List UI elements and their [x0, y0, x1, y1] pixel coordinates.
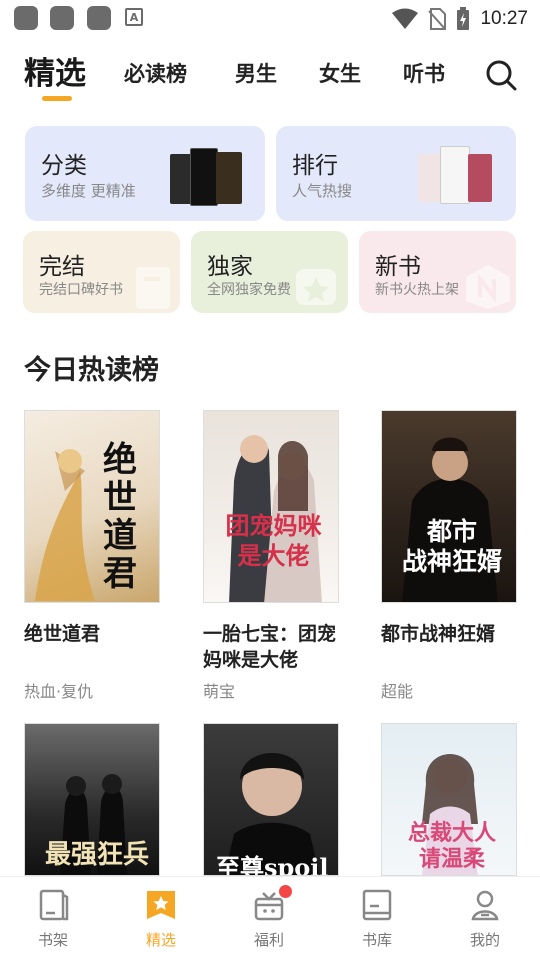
category-tile-ranking[interactable]: 排行 人气热搜: [276, 126, 516, 221]
book-cover: 总裁大人 请温柔: [381, 723, 517, 876]
status-time: 10:27: [480, 8, 528, 29]
library-icon: [362, 889, 392, 921]
tile-title: 分类: [41, 153, 87, 179]
app-icon: [87, 6, 111, 30]
tile-subtitle: 多维度 更精准: [41, 182, 136, 200]
tile-subtitle: 人气热搜: [292, 182, 353, 200]
book-tag: 萌宝: [203, 682, 236, 701]
book-title: 绝世道君: [24, 623, 101, 645]
book-card[interactable]: 最强狂兵: [24, 723, 160, 876]
tile-subtitle: 新书火热上架: [375, 282, 459, 298]
status-bar: A 10:27: [0, 0, 540, 38]
notification-badge: [279, 885, 292, 898]
book-cover: 团宠妈咪 是大佬: [203, 410, 339, 603]
new-badge-icon: [466, 265, 510, 309]
book-card[interactable]: 至尊spoil: [203, 723, 339, 876]
app-icon: [14, 6, 38, 30]
top-tab-bar: 精选 必读榜 男生 女生 听书: [0, 44, 540, 108]
book-stack-image: [170, 148, 260, 208]
nav-label: 精选: [145, 931, 176, 949]
app-icon: [50, 6, 74, 30]
tab-must-read[interactable]: 必读榜: [124, 58, 187, 88]
a-notification-icon: A: [125, 8, 143, 26]
tile-title: 排行: [292, 153, 338, 179]
nav-label: 书架: [37, 931, 68, 949]
tile-title: 新书: [375, 254, 421, 280]
nav-label: 福利: [253, 931, 284, 949]
book-title: 一胎七宝：团宠妈咪是大佬: [203, 623, 337, 671]
exclusive-star-icon: [296, 269, 336, 305]
tile-title: 独家: [207, 254, 253, 280]
book-cover: 最强狂兵: [24, 723, 160, 876]
no-sim-icon: [428, 8, 447, 30]
bottom-navigation: 书架 精选 福利 书库 我的: [0, 876, 540, 960]
nav-bookshelf[interactable]: 书架: [23, 887, 83, 950]
featured-star-icon: [147, 891, 175, 919]
search-icon[interactable]: [484, 58, 518, 92]
book-tag: 热血·复仇: [24, 682, 94, 701]
nav-welfare[interactable]: 福利: [239, 885, 299, 950]
nav-label: 我的: [469, 931, 500, 949]
book-stack-image: [418, 146, 508, 208]
tab-female[interactable]: 女生: [319, 58, 361, 88]
category-tile-completed[interactable]: 完结 完结口碑好书: [23, 231, 180, 313]
book-card[interactable]: 总裁大人 请温柔: [381, 723, 517, 876]
category-tile-exclusive[interactable]: 独家 全网独家免费: [191, 231, 348, 313]
book-cover: 绝世道君: [24, 410, 160, 603]
tab-featured[interactable]: 精选: [24, 48, 86, 93]
book-cover: 都市 战神狂婿: [381, 410, 517, 603]
nav-profile[interactable]: 我的: [455, 887, 515, 950]
category-tile-classify[interactable]: 分类 多维度 更精准: [25, 126, 265, 221]
profile-icon: [471, 890, 499, 921]
tile-title: 完结: [39, 254, 85, 280]
book-card[interactable]: 都市 战神狂婿 都市战神狂婿 超能: [381, 410, 517, 701]
battery-charging-icon: [457, 7, 470, 30]
tab-male[interactable]: 男生: [235, 58, 277, 88]
category-tile-new-books[interactable]: 新书 新书火热上架: [359, 231, 516, 313]
book-tag: 超能: [381, 682, 414, 701]
nav-featured[interactable]: 精选: [131, 887, 191, 950]
nav-label: 书库: [361, 931, 392, 949]
wifi-icon: [392, 8, 419, 29]
book-card[interactable]: 团宠妈咪 是大佬 一胎七宝：团宠妈咪是大佬 萌宝: [203, 410, 339, 701]
book-title: 都市战神狂婿: [381, 623, 496, 645]
book-card[interactable]: 绝世道君 绝世道君 热血·复仇: [24, 410, 160, 701]
tile-subtitle: 完结口碑好书: [39, 282, 123, 298]
book-cover: 至尊spoil: [203, 723, 339, 876]
nav-library[interactable]: 书库: [347, 887, 407, 950]
tab-audiobook[interactable]: 听书: [403, 58, 445, 88]
tile-subtitle: 全网独家免费: [207, 282, 291, 298]
bookshelf-icon: [39, 889, 69, 921]
section-title-hot-today: 今日热读榜: [24, 355, 159, 386]
active-tab-indicator: [42, 96, 72, 101]
completed-book-icon: [136, 267, 170, 309]
